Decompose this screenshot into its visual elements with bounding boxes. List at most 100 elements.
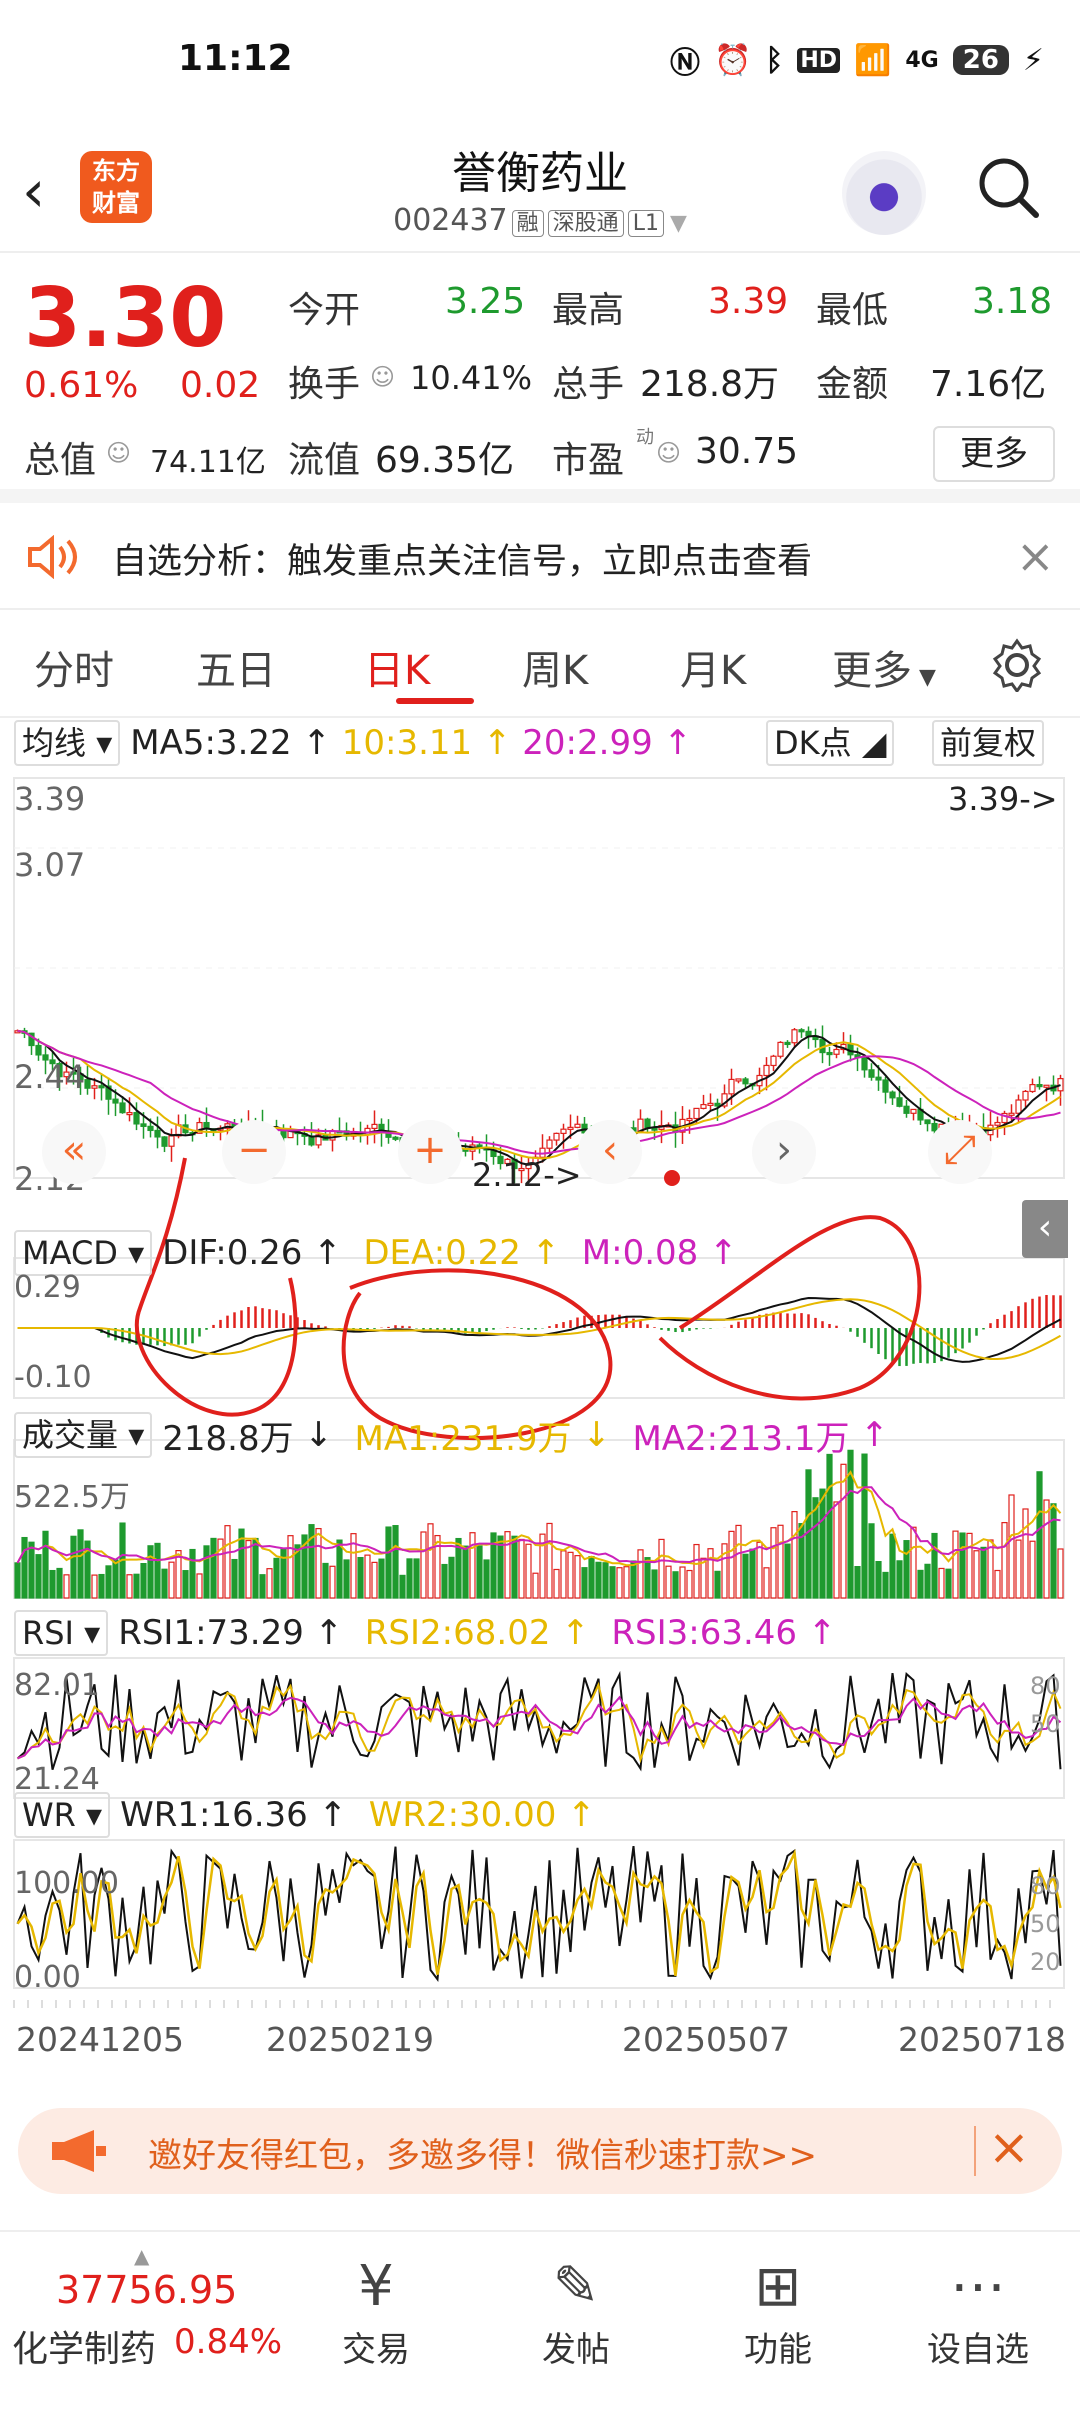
candle-body	[903, 1105, 910, 1114]
volume-bar	[756, 1541, 763, 1599]
zoom-out-icon[interactable]: −	[222, 1120, 286, 1184]
dk-point-button[interactable]: DK点 ◢	[766, 720, 895, 766]
info-icon[interactable]: ☺	[656, 439, 681, 467]
gear-icon[interactable]	[990, 638, 1044, 692]
more-button[interactable]: 更多	[933, 426, 1055, 482]
candle-body	[686, 1117, 693, 1122]
wr-select[interactable]: WR ▾	[14, 1792, 111, 1838]
tab-five-day[interactable]: 五日	[196, 638, 276, 696]
candle-body	[826, 1051, 833, 1056]
candle-body	[1036, 1083, 1043, 1088]
volume-bar	[441, 1563, 448, 1599]
volume-bar	[371, 1561, 378, 1599]
volume-bar	[938, 1567, 945, 1599]
low-marker: 2.12->	[472, 1156, 582, 1194]
quote-panel: 3.30 0.61% 0.02 今开 3.25 最高 3.39 最低 3.18 …	[0, 253, 1080, 503]
chart-area[interactable]: 均线 ▾ MA5:3.22 ↑ 10:3.11 ↑ 20:2.99 ↑ DK点 …	[0, 718, 1080, 2068]
candle-body	[896, 1097, 903, 1107]
rewind-icon[interactable]: «	[42, 1120, 106, 1184]
fullscreen-icon[interactable]: ⤢	[928, 1120, 992, 1184]
volume-bar	[1036, 1471, 1043, 1599]
volume-bar	[623, 1566, 630, 1599]
prev-icon[interactable]: ‹	[578, 1120, 642, 1184]
date-label: 20250718	[898, 2020, 1066, 2059]
nav-add-watchlist[interactable]: ⋯ 设自选	[918, 2252, 1038, 2371]
volume-bar	[700, 1557, 707, 1599]
ma10-value: 10:3.11	[341, 723, 473, 763]
volume-bar	[980, 1546, 987, 1599]
volume-bar	[266, 1568, 273, 1599]
zoom-in-icon[interactable]: +	[398, 1120, 462, 1184]
volume-bar	[469, 1532, 476, 1599]
change-percent: 0.61%	[24, 365, 139, 406]
sector-index[interactable]: ▲ 37756.95 化学制药 0.84%	[0, 2232, 290, 2414]
turnover-value: 10.41%	[410, 359, 533, 397]
macd-legend-row: MACD ▾ DIF:0.26 ↑ DEA:0.22 ↑ M:0.08 ↑	[0, 1228, 1080, 1278]
period-tabs: 分时 五日 日K 周K 月K 更多 ▼	[0, 608, 1080, 718]
volume-bar	[308, 1524, 315, 1599]
close-icon[interactable]: ×	[988, 2118, 1030, 2176]
adjust-button[interactable]: 前复权	[932, 720, 1045, 766]
dropdown-icon: ▼	[669, 211, 687, 236]
close-icon[interactable]: ×	[1016, 529, 1055, 583]
volume-bar	[42, 1530, 49, 1599]
kline-y-top: 3.39	[14, 780, 86, 818]
volume-bar	[525, 1543, 532, 1599]
volume-bar	[931, 1532, 938, 1599]
candle-body	[1015, 1099, 1022, 1114]
volume-bar	[728, 1530, 735, 1599]
volume-bar	[966, 1532, 973, 1599]
volume-bar	[336, 1539, 343, 1599]
next-icon[interactable]: ›	[752, 1120, 816, 1184]
tab-more[interactable]: 更多 ▼	[832, 638, 936, 696]
volume-bar	[672, 1571, 679, 1599]
index-pct: 0.84%	[174, 2322, 283, 2362]
index-value: 37756.95	[56, 2268, 238, 2312]
charging-icon: ⚡	[1022, 42, 1044, 78]
volume-bar	[714, 1570, 721, 1599]
notice-banner[interactable]: 自选分析：触发重点关注信号，立即点击查看 ×	[0, 503, 1080, 608]
wr1-value: WR1:16.36	[120, 1795, 308, 1835]
ma-select[interactable]: 均线 ▾	[14, 720, 121, 766]
rsi-select[interactable]: RSI ▾	[14, 1610, 109, 1656]
wifi-icon: 📶	[854, 42, 892, 78]
promo-banner[interactable]: 邀好友得红包，多邀多得！微信秒速打款>> ×	[18, 2108, 1062, 2194]
volume-bar	[945, 1568, 952, 1599]
nav-function[interactable]: ⊞ 功能	[718, 2252, 838, 2371]
volume-bar	[630, 1560, 637, 1599]
tab-weekly-k[interactable]: 周K	[522, 638, 588, 696]
info-icon[interactable]: ☺	[106, 439, 131, 467]
tab-monthly-k[interactable]: 月K	[680, 638, 746, 696]
speaker-icon	[28, 535, 77, 579]
candle-body	[994, 1121, 1001, 1126]
collapse-panel-button[interactable]: ‹	[1022, 1200, 1068, 1258]
wr-legend-row: WR ▾ WR1:16.36 ↑ WR2:30.00 ↑	[0, 1790, 1080, 1840]
candle-body	[112, 1098, 119, 1104]
search-icon[interactable]	[976, 155, 1042, 221]
candle-body	[161, 1136, 168, 1147]
open-label: 今开	[288, 290, 361, 331]
chart-canvas[interactable]	[0, 718, 1080, 2068]
volume-bar	[322, 1562, 329, 1599]
vol-ma2-value: MA2:213.1万	[632, 1418, 850, 1459]
tab-daily-k[interactable]: 日K	[364, 638, 430, 696]
candle-body	[126, 1112, 133, 1116]
volume-bar	[742, 1553, 749, 1599]
volume-bar	[273, 1557, 280, 1599]
volume-bar	[224, 1525, 231, 1599]
candle-body	[91, 1085, 98, 1089]
nav-trade[interactable]: ¥ 交易	[316, 2252, 436, 2371]
tab-intraday[interactable]: 分时	[34, 638, 114, 696]
candle-body	[805, 1030, 812, 1037]
volume-bar	[392, 1525, 399, 1599]
nav-post[interactable]: ✎ 发帖	[516, 2252, 636, 2371]
robot-assistant-icon[interactable]	[842, 151, 926, 235]
volume-bar	[14, 1562, 21, 1599]
candle-body	[742, 1078, 749, 1085]
rsi3-value: RSI3:63.46	[611, 1613, 798, 1653]
info-icon[interactable]: ☺	[370, 363, 395, 391]
pe-dynamic-mark: 动	[636, 427, 654, 448]
volume-bar	[581, 1567, 588, 1599]
candle-body	[791, 1029, 798, 1044]
volume-select[interactable]: 成交量 ▾	[14, 1412, 153, 1458]
